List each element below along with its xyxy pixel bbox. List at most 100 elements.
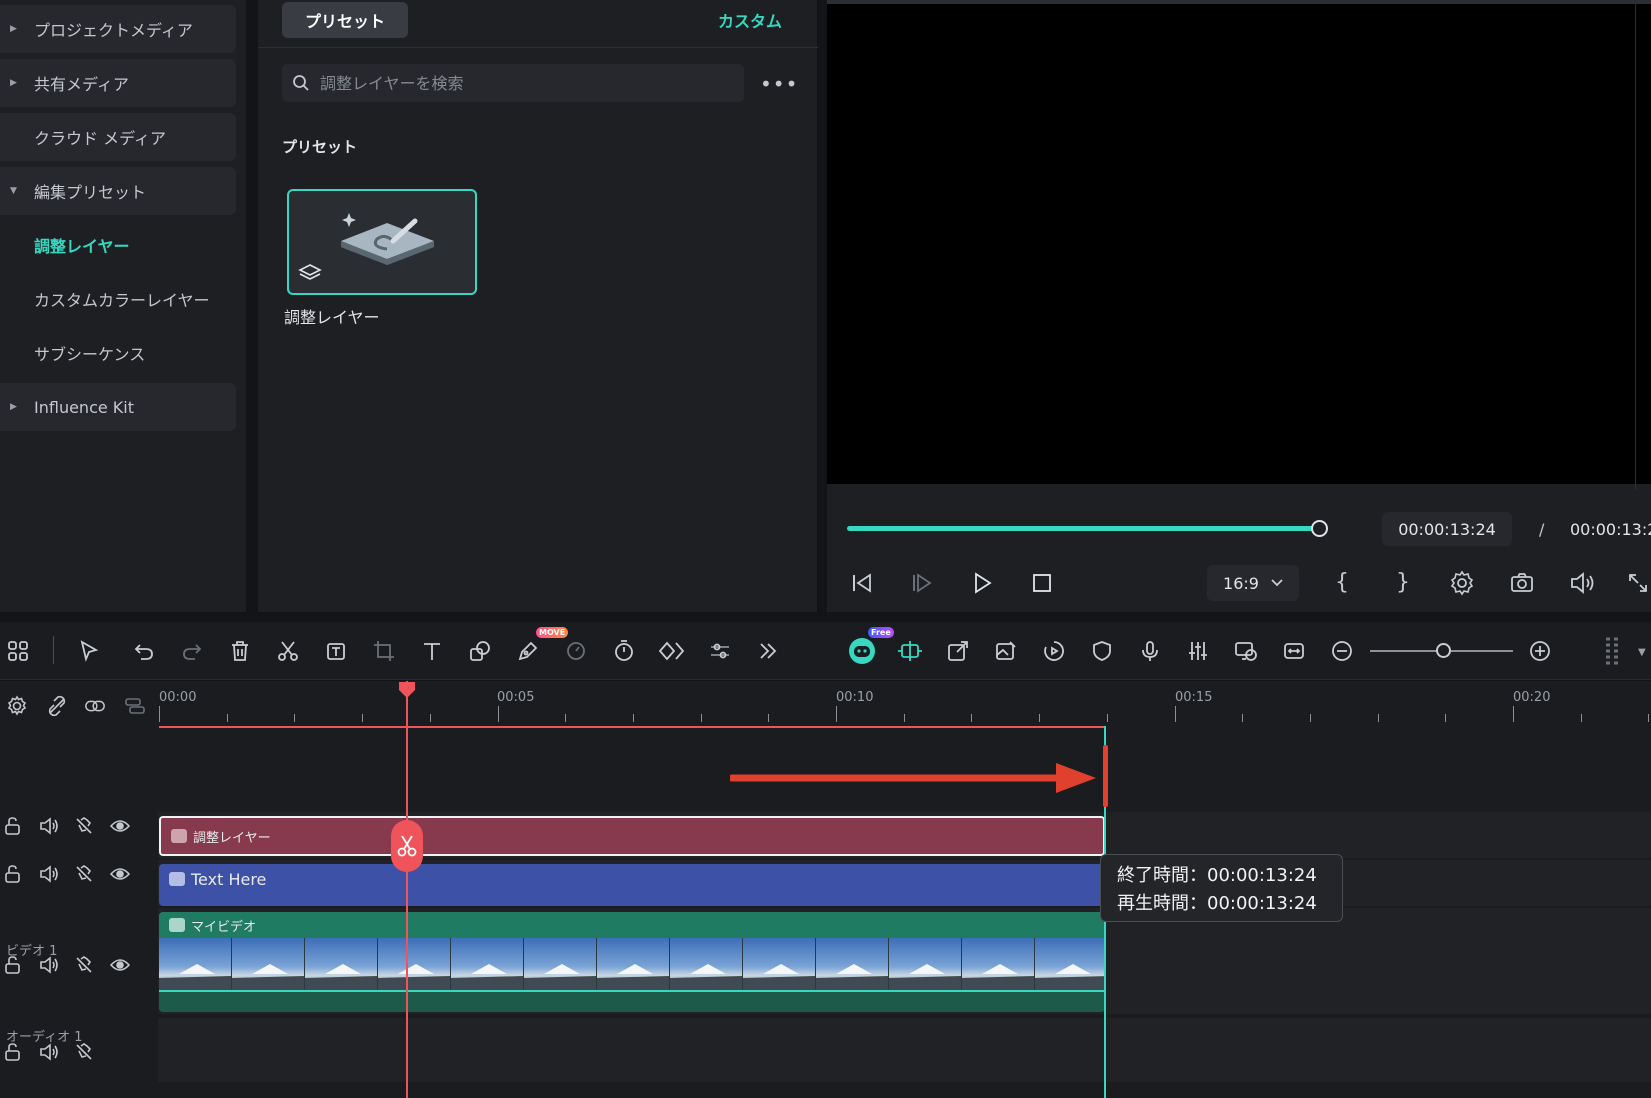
- pen-icon: [518, 641, 538, 661]
- sidebar-item-shared-media[interactable]: ▶ 共有メディア: [0, 59, 236, 107]
- duration-button[interactable]: [608, 635, 640, 667]
- free-badge: Free: [868, 627, 894, 638]
- audio-sync-button[interactable]: [1038, 635, 1070, 667]
- stop-button[interactable]: [1027, 568, 1057, 598]
- more-options-button[interactable]: •••: [760, 72, 798, 96]
- redo-icon: [183, 644, 202, 660]
- current-time-display[interactable]: 00:00:13:24: [1382, 512, 1512, 546]
- text-clip[interactable]: Text Here: [159, 864, 1105, 906]
- mute-track-button[interactable]: [38, 815, 60, 837]
- speaker-icon: [40, 817, 58, 835]
- auto-reframe-button[interactable]: [894, 635, 926, 667]
- split-marker[interactable]: [391, 820, 423, 872]
- keyframe-button[interactable]: [656, 635, 688, 667]
- mark-in-button[interactable]: {: [1335, 570, 1349, 595]
- voiceover-button[interactable]: [1134, 635, 1166, 667]
- sidebar-item-label: プロジェクトメディア: [34, 21, 193, 40]
- volume-button[interactable]: [1567, 568, 1597, 598]
- shapes-icon: [470, 641, 490, 661]
- mask-button[interactable]: [464, 635, 496, 667]
- render-settings-button[interactable]: [1447, 568, 1477, 598]
- mark-out-button[interactable]: }: [1396, 570, 1410, 595]
- sidebar-item-cloud-media[interactable]: クラウド メディア: [0, 113, 236, 161]
- lock-track-button[interactable]: [2, 863, 24, 885]
- video-clip-icon: [169, 918, 185, 932]
- sync-icon: [1044, 641, 1064, 661]
- gear-icon: [1450, 570, 1474, 596]
- video-thumbnail: [597, 938, 670, 990]
- sidebar-item-influence-kit[interactable]: ▶ Influence Kit: [0, 383, 236, 431]
- snapshot-button[interactable]: [1507, 568, 1537, 598]
- text-to-clip-button[interactable]: [320, 635, 352, 667]
- disable-effects-button[interactable]: [73, 815, 95, 837]
- video-thumbnail: [378, 938, 451, 990]
- disable-effects-button[interactable]: [73, 954, 95, 976]
- more-tools-button[interactable]: [752, 635, 784, 667]
- text-tool-button[interactable]: [416, 635, 448, 667]
- unlink-button[interactable]: [46, 695, 68, 717]
- work-area-bar[interactable]: [159, 726, 1106, 728]
- protect-button[interactable]: [1086, 635, 1118, 667]
- chevron-down-icon[interactable]: ▼: [1638, 647, 1646, 658]
- compound-clip-button[interactable]: [124, 695, 146, 717]
- video-preview[interactable]: [827, 0, 1651, 484]
- trim-end-handle[interactable]: [1103, 745, 1108, 807]
- sidebar-item-subsequence[interactable]: サブシーケンス: [0, 329, 236, 377]
- caret-right-icon: ▶: [10, 402, 17, 412]
- disable-effects-button[interactable]: [73, 863, 95, 885]
- tab-preset[interactable]: プリセット: [282, 2, 408, 38]
- sidebar-item-edit-presets[interactable]: ▼ 編集プリセット: [0, 167, 236, 215]
- sidebar-item-project-media[interactable]: ▶ プロジェクトメディア: [0, 5, 236, 53]
- ai-image-button[interactable]: [990, 635, 1022, 667]
- zoom-out-button[interactable]: [1326, 635, 1358, 667]
- video-thumbnail: [305, 938, 378, 990]
- playback-progress-bar[interactable]: [847, 526, 1320, 531]
- playhead-handle-icon[interactable]: [397, 680, 417, 700]
- scissors-icon: [278, 641, 298, 661]
- delete-button[interactable]: [224, 635, 256, 667]
- mute-track-button[interactable]: [38, 863, 60, 885]
- previous-frame-button[interactable]: [847, 568, 877, 598]
- pen-tool-button[interactable]: [512, 635, 544, 667]
- audio-mixer-button[interactable]: [1182, 635, 1214, 667]
- link-button[interactable]: [84, 695, 106, 717]
- zoom-in-button[interactable]: [1524, 635, 1556, 667]
- sidebar-item-label: 編集プリセット: [34, 183, 147, 202]
- video-clip[interactable]: マイビデオ: [159, 912, 1105, 1012]
- undo-button[interactable]: [128, 635, 160, 667]
- ai-copilot-button[interactable]: [846, 635, 878, 667]
- search-box[interactable]: [282, 64, 744, 102]
- sidebar-item-custom-color-layer[interactable]: カスタムカラーレイヤー: [0, 275, 236, 323]
- split-button[interactable]: [272, 635, 304, 667]
- play-button[interactable]: [967, 568, 997, 598]
- next-frame-button[interactable]: [907, 568, 937, 598]
- playhead-line[interactable]: [406, 681, 408, 1098]
- smart-cutout-button[interactable]: [1230, 635, 1262, 667]
- sidebar-item-adjustment-layer[interactable]: 調整レイヤー: [0, 221, 236, 269]
- video-thumbnail: [1035, 938, 1105, 990]
- grid-icon: [8, 641, 28, 661]
- fit-timeline-button[interactable]: [1278, 635, 1310, 667]
- playback-progress-handle[interactable]: [1311, 520, 1329, 537]
- hide-track-button[interactable]: [109, 815, 131, 837]
- layout-button[interactable]: [2, 635, 34, 667]
- lock-track-button[interactable]: [2, 815, 24, 837]
- adjustment-layer-clip[interactable]: 調整レイヤー: [159, 816, 1105, 856]
- adjust-button[interactable]: [704, 635, 736, 667]
- crop-button[interactable]: [368, 635, 400, 667]
- preset-card-adjustment-layer[interactable]: [287, 189, 477, 295]
- search-input[interactable]: [320, 73, 720, 93]
- speed-button[interactable]: [560, 635, 592, 667]
- hide-track-button[interactable]: [109, 863, 131, 885]
- fullscreen-button[interactable]: [1623, 568, 1651, 598]
- select-tool-button[interactable]: [74, 635, 106, 667]
- redo-button[interactable]: [176, 635, 208, 667]
- eye-icon: [109, 868, 131, 880]
- tab-custom[interactable]: カスタム: [718, 8, 782, 32]
- track-layout-button[interactable]: [1596, 635, 1628, 667]
- timeline-settings-button[interactable]: [6, 695, 28, 717]
- ruler-tick: [903, 714, 905, 722]
- aspect-ratio-select[interactable]: 16:9: [1207, 565, 1299, 601]
- export-clip-button[interactable]: [942, 635, 974, 667]
- hide-track-button[interactable]: [109, 954, 131, 976]
